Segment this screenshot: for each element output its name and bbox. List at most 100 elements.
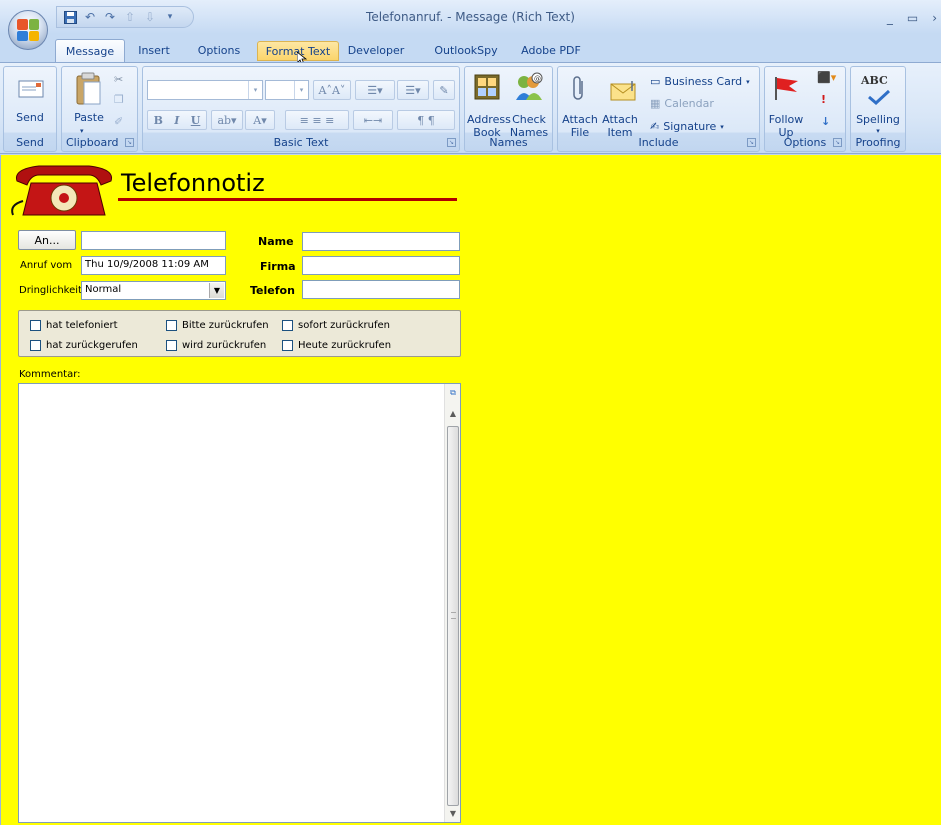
tab-adobe-pdf[interactable]: Adobe PDF (515, 39, 587, 62)
spelling-abc-icon: ABC (861, 74, 888, 87)
grow-shrink-font-icon[interactable]: A˄A˅ (313, 80, 351, 100)
paragraph-direction-icon[interactable]: ¶ ¶ (397, 110, 455, 130)
office-button[interactable] (8, 10, 48, 50)
firma-field[interactable] (302, 256, 460, 275)
checkbox-sofort-zurueckrufen[interactable]: sofort zurückrufen (282, 320, 390, 331)
chevron-down-icon[interactable]: ▼ (209, 283, 224, 298)
checkbox-box[interactable] (282, 320, 293, 331)
numbering-icon[interactable]: ☰▾ (397, 80, 429, 100)
scroll-down-icon[interactable]: ▼ (446, 806, 460, 820)
kommentar-label: Kommentar: (19, 369, 81, 380)
group-proofing: ABC Spelling ▾ Proofing (850, 66, 906, 152)
scroll-thumb[interactable] (447, 426, 459, 806)
font-color-button[interactable]: A ▾ (245, 110, 275, 130)
checkbox-hat-telefoniert[interactable]: hat telefoniert (30, 320, 118, 331)
tab-insert[interactable]: Insert (132, 39, 176, 62)
checkbox-bitte-zurueckrufen[interactable]: Bitte zurückrufen (166, 320, 269, 331)
paste-icon (76, 72, 101, 105)
checkbox-heute-zurueckrufen[interactable]: Heute zurückrufen (282, 340, 391, 351)
an-button[interactable]: An... (18, 230, 76, 250)
checkbox-hat-zurueckgerufen[interactable]: hat zurückgerufen (30, 340, 138, 351)
options-launcher-icon[interactable]: ↘ (833, 138, 842, 147)
name-field[interactable] (302, 232, 460, 251)
dringlichkeit-select[interactable]: Normal ▼ (81, 281, 226, 300)
checkbox-box[interactable] (166, 320, 177, 331)
tab-developer[interactable]: Developer (338, 39, 414, 62)
comment-scrollbar[interactable]: ⧉ ▲ ▼ (444, 384, 460, 822)
low-importance-icon[interactable]: ↓ (821, 115, 830, 128)
underline-button[interactable]: U (191, 114, 201, 127)
format-painter-icon[interactable]: ✐ (114, 115, 123, 128)
group-basic-text: ▾ ▾ A˄A˅ ☰▾ ☰▾ ✎ B I U ab▾ A ▾ ≡ ≡ ≡ ⇤⇥ ¶… (142, 66, 460, 152)
telefon-label: Telefon (250, 284, 295, 297)
business-card-button[interactable]: ▭ Business Card ▾ (650, 75, 750, 88)
send-button[interactable]: Send (4, 111, 56, 124)
to-field[interactable] (81, 231, 226, 250)
high-importance-icon[interactable]: ! (821, 93, 826, 106)
highlight-icon[interactable]: ab▾ (211, 110, 243, 130)
title-underline (118, 198, 457, 201)
checkbox-box[interactable] (282, 340, 293, 351)
basic-text-launcher-icon[interactable]: ↘ (447, 138, 456, 147)
bold-button[interactable]: B (154, 114, 163, 127)
paste-button[interactable]: Paste (70, 111, 108, 124)
group-label-basic-text: Basic Text (273, 136, 329, 149)
split-view-icon[interactable]: ⧉ (446, 386, 460, 400)
checkbox-box[interactable] (30, 340, 41, 351)
clipboard-launcher-icon[interactable]: ↘ (125, 138, 134, 147)
svg-text:@: @ (534, 75, 541, 83)
telefon-field[interactable] (302, 280, 460, 299)
send-icon (18, 80, 44, 98)
page-title: Telefonnotiz (121, 169, 265, 197)
group-label-proofing: Proofing (855, 136, 901, 149)
dringlichkeit-value: Normal (85, 284, 122, 295)
font-size-combo[interactable]: ▾ (265, 80, 309, 100)
paperclip-icon (573, 76, 583, 100)
scroll-up-icon[interactable]: ▲ (446, 406, 460, 420)
copy-icon[interactable]: ❐ (114, 93, 124, 106)
include-launcher-icon[interactable]: ↘ (747, 138, 756, 147)
tab-options[interactable]: Options (190, 39, 248, 62)
attach-item-icon (610, 81, 636, 101)
clear-formatting-icon[interactable]: ✎ (433, 80, 455, 100)
italic-button[interactable]: I (174, 114, 179, 127)
group-send: Send Send (3, 66, 57, 152)
anruf-vom-label: Anruf vom (20, 260, 73, 271)
chevron-down-icon[interactable]: ▾ (248, 81, 262, 99)
group-clipboard: Paste ▾ ✂ ❐ ✐ Clipboard ↘ (61, 66, 138, 152)
office-logo-icon (17, 19, 39, 41)
tab-message[interactable]: Message (55, 39, 125, 62)
title-bar: ↶ ↷ ⇧ ⇩ ▾ Telefonanruf. - Message (Rich … (0, 0, 941, 34)
name-label: Name (258, 235, 294, 248)
group-label-names: Names (489, 136, 528, 149)
check-names-icon: @ (516, 72, 543, 100)
categorize-icon[interactable]: ⬛▾ (817, 71, 836, 84)
indent-icon[interactable]: ⇤⇥ (353, 110, 393, 130)
font-name-combo[interactable]: ▾ (147, 80, 263, 100)
spelling-check-icon (868, 89, 891, 105)
telephone-icon (11, 165, 113, 216)
group-label-send: Send (16, 136, 44, 149)
signature-button[interactable]: ✍ Signature ▾ (650, 120, 724, 133)
phone-note-form: Telefonnotiz An... Anruf vom Thu 10/9/20… (0, 155, 941, 825)
ribbon-tabs: Message Insert Options Format Text Devel… (0, 34, 941, 62)
anruf-vom-field[interactable]: Thu 10/9/2008 11:09 AM (81, 256, 226, 275)
chevron-down-icon[interactable]: ▾ (294, 81, 308, 99)
business-card-icon: ▭ (650, 75, 661, 88)
tab-outlookspy[interactable]: OutlookSpy (429, 39, 503, 62)
dringlichkeit-label: Dringlichkeit (19, 285, 82, 296)
bullets-icon[interactable]: ☰▾ (355, 80, 395, 100)
align-buttons-icon[interactable]: ≡ ≡ ≡ (285, 110, 349, 130)
calendar-button[interactable]: ▦ Calendar (650, 97, 714, 110)
kommentar-textarea[interactable]: ⧉ ▲ ▼ (18, 383, 461, 823)
checkbox-wird-zurueckrufen[interactable]: wird zurückrufen (166, 340, 266, 351)
minimize-button[interactable]: _ (887, 11, 893, 25)
close-button[interactable]: › (932, 11, 937, 25)
checkbox-box[interactable] (30, 320, 41, 331)
cut-icon[interactable]: ✂ (114, 73, 123, 86)
checkbox-box[interactable] (166, 340, 177, 351)
maximize-button[interactable]: ▭ (907, 11, 918, 25)
window-title: Telefonanruf. - Message (Rich Text) (366, 10, 575, 24)
group-include: Attach File Attach Item ▭ Business Card ▾ … (557, 66, 760, 152)
signature-icon: ✍ (650, 120, 660, 133)
